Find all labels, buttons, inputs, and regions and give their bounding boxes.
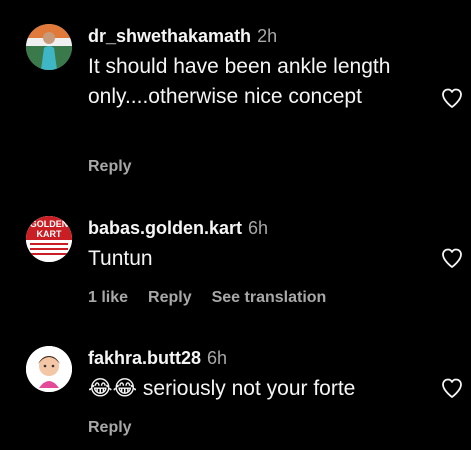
avatar[interactable]: [26, 346, 72, 392]
reply-button[interactable]: Reply: [88, 158, 132, 175]
avatar[interactable]: [26, 24, 72, 70]
comment-text: seriously not your forte: [142, 377, 356, 400]
avatar-image: GOLDEN KART: [26, 216, 72, 262]
avatar-image: [26, 346, 72, 392]
emoji: 😂😂: [88, 377, 138, 400]
avatar-image: [26, 24, 72, 70]
username[interactable]: dr_shwethakamath: [88, 26, 251, 46]
timestamp: 6h: [207, 348, 228, 368]
timestamp: 2h: [257, 26, 278, 46]
reply-button[interactable]: Reply: [148, 289, 192, 306]
heart-icon[interactable]: [440, 86, 464, 110]
reply-button[interactable]: Reply: [88, 419, 132, 436]
likes-count[interactable]: 1 like: [88, 289, 128, 306]
see-translation-button[interactable]: See translation: [212, 289, 327, 306]
username[interactable]: fakhra.butt28: [88, 348, 201, 368]
heart-icon[interactable]: [440, 246, 464, 270]
heart-icon[interactable]: [440, 376, 464, 400]
timestamp: 6h: [248, 218, 269, 238]
avatar[interactable]: GOLDEN KART: [26, 216, 72, 262]
avatar-logo-text-1: GOLDEN: [30, 219, 69, 229]
avatar-logo-text-2: KART: [37, 229, 62, 239]
comment-text: It should have been ankle length only...…: [88, 55, 391, 108]
comment-text-row: 😂😂 seriously not your forte: [88, 374, 418, 404]
comment-text: Tuntun: [88, 247, 153, 270]
username[interactable]: babas.golden.kart: [88, 218, 242, 238]
